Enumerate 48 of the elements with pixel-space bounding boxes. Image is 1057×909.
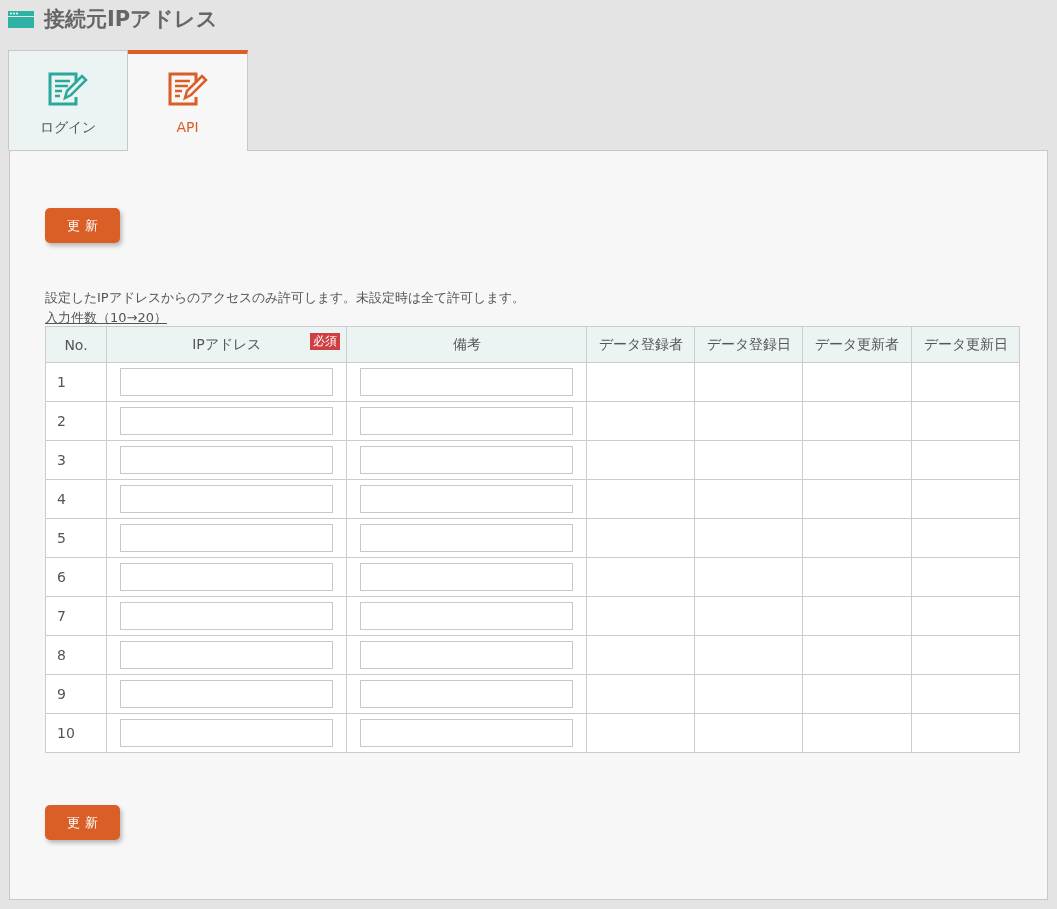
row-number: 10 <box>45 713 107 753</box>
edit-document-icon <box>167 71 208 107</box>
tab[interactable]: API <box>128 50 248 151</box>
row-number: 4 <box>45 479 107 519</box>
row-number: 2 <box>45 401 107 441</box>
input-field[interactable] <box>120 368 333 396</box>
update-button[interactable]: 更 新 <box>45 208 120 243</box>
required-badge: 必須 <box>310 333 340 350</box>
row-number: 3 <box>45 440 107 480</box>
update-button[interactable]: 更 新 <box>45 805 120 840</box>
input-field[interactable] <box>360 602 573 630</box>
column-header: データ登録者 <box>586 326 695 363</box>
input-field[interactable] <box>120 407 333 435</box>
column-header: No. <box>45 326 107 363</box>
input-field[interactable] <box>360 368 573 396</box>
input-field[interactable] <box>360 524 573 552</box>
input-count-link[interactable]: 入力件数（10→20） <box>45 309 167 326</box>
input-field[interactable] <box>360 407 573 435</box>
input-field[interactable] <box>120 641 333 669</box>
input-field[interactable] <box>360 563 573 591</box>
row-number: 1 <box>45 362 107 402</box>
column-header: データ更新日 <box>911 326 1020 363</box>
input-field[interactable] <box>120 680 333 708</box>
column-header: データ登録日 <box>694 326 803 363</box>
row-number: 5 <box>45 518 107 558</box>
row-number: 6 <box>45 557 107 597</box>
input-field[interactable] <box>360 680 573 708</box>
page-title: 接続元IPアドレス <box>44 8 219 30</box>
input-field[interactable] <box>360 446 573 474</box>
input-field[interactable] <box>120 446 333 474</box>
input-field[interactable] <box>360 719 573 747</box>
row-number: 7 <box>45 596 107 636</box>
edit-document-icon <box>48 71 88 107</box>
row-number: 9 <box>45 674 107 714</box>
input-field[interactable] <box>120 485 333 513</box>
input-field[interactable] <box>120 602 333 630</box>
tab[interactable]: ログイン <box>8 50 128 150</box>
column-header: 備考 <box>346 326 587 363</box>
description-text: 設定したIPアドレスからのアクセスのみ許可します。未設定時は全て許可します。 <box>45 289 526 307</box>
row-number: 8 <box>45 635 107 675</box>
column-header: IPアドレス 必須 <box>106 326 347 363</box>
column-header: データ更新者 <box>802 326 912 363</box>
input-field[interactable] <box>360 485 573 513</box>
input-field[interactable] <box>120 563 333 591</box>
input-field[interactable] <box>120 524 333 552</box>
input-field[interactable] <box>120 719 333 747</box>
input-field[interactable] <box>360 641 573 669</box>
window-icon <box>8 10 34 28</box>
